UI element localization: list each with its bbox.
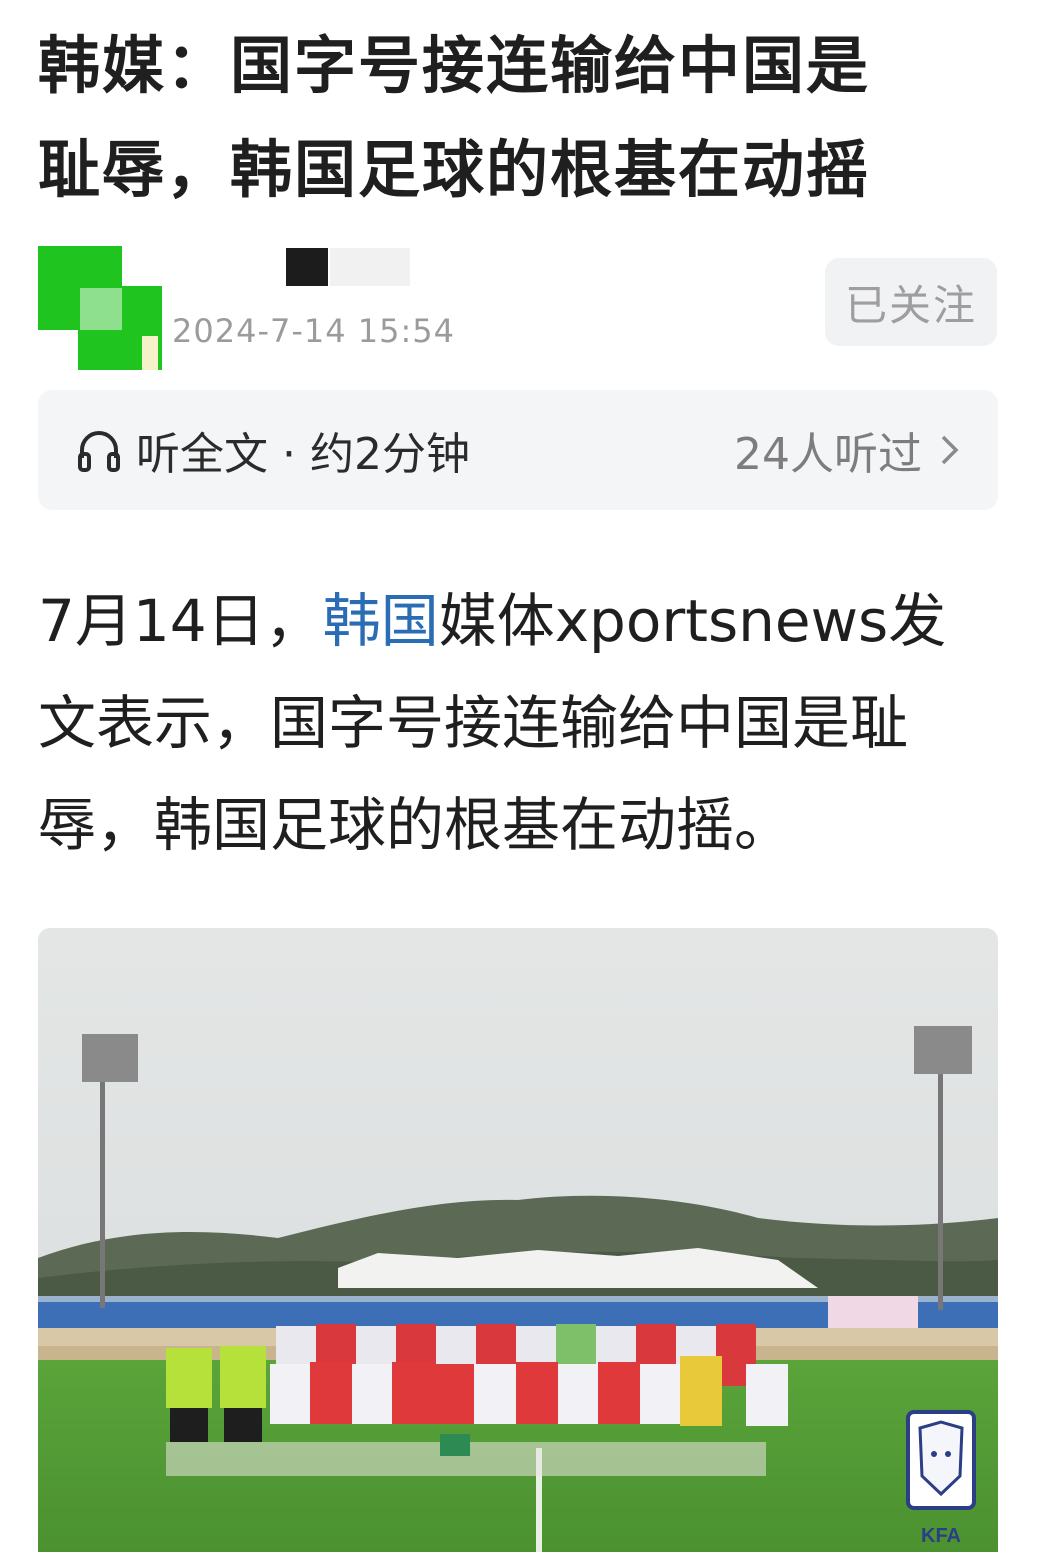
author-row: 2024-7-14 15:54 已关注 [38,240,998,370]
publish-time: 2024-7-14 15:54 [172,312,455,350]
follow-button[interactable]: 已关注 [825,258,997,346]
author-name-redacted-2 [330,248,410,286]
body-line-2: 文表示，国字号接连输给中国是耻 [38,689,909,757]
body-line-3: 辱，韩国足球的根基在动摇。 [38,791,793,859]
article-photo[interactable]: KFA [38,928,998,1552]
team-photo-illustration: KFA [38,928,998,1552]
article-body: 7月14日，韩国媒体xportsnews发 文表示，国字号接连输给中国是耻 辱，… [38,570,1002,876]
author-name-redacted[interactable] [286,248,328,286]
listen-label: 听全文 · 约2分钟 [136,429,470,480]
korea-link[interactable]: 韩国 [323,587,439,655]
title-line-2: 耻辱，韩国足球的根基在动摇 [38,133,871,206]
title-line-1: 韩媒：国字号接连输给中国是 [38,29,871,102]
chevron-right-icon [941,435,959,465]
kfa-logo-text: KFA [921,1525,961,1547]
listen-left: 听全文 · 约2分钟 [76,418,470,482]
article-title: 韩媒：国字号接连输给中国是 耻辱，韩国足球的根基在动摇 [38,14,998,222]
body-line-1-rest: 媒体xportsnews发 [438,587,947,655]
headphone-icon [78,431,120,472]
listeners-count: 24人听过 [734,429,922,480]
listeners-count-link[interactable]: 24人听过 [734,418,962,482]
listen-full-text-bar[interactable]: 听全文 · 约2分钟 24人听过 [38,390,998,510]
avatar[interactable] [38,246,168,370]
body-date: 7月14日， [38,587,323,655]
